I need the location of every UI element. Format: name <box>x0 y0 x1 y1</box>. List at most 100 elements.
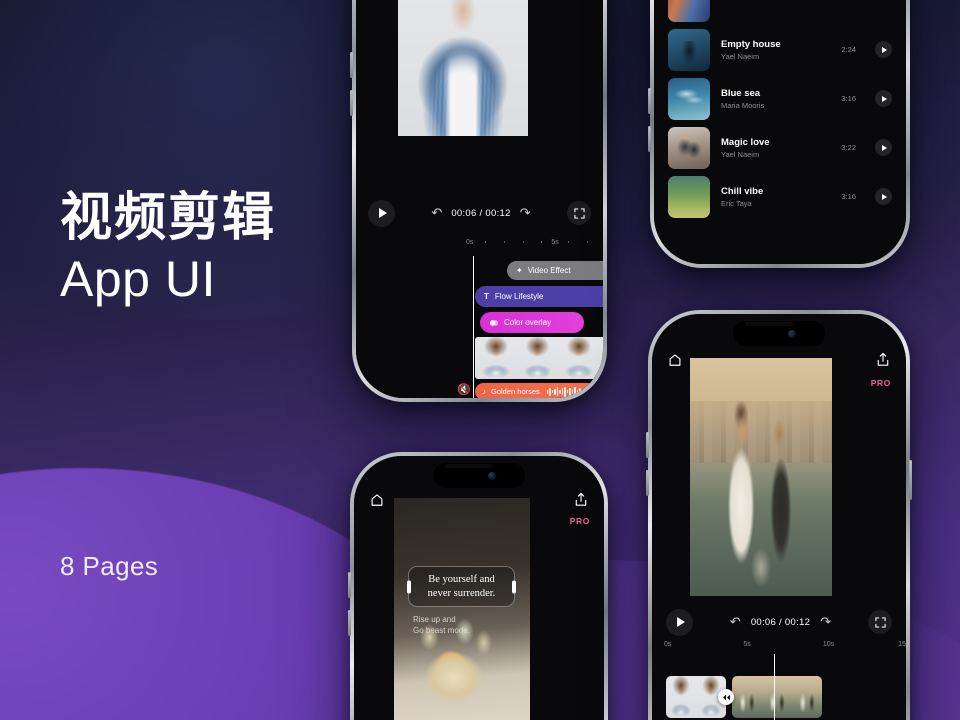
phone-mockup-trim-editor: PRO ↶ 00:06 / 00:12 ↷ 0s 5s 10s 15 <box>646 310 912 720</box>
redo-icon[interactable]: ↷ <box>520 205 531 221</box>
front-camera <box>788 329 796 338</box>
ruler-label-15s: 15s <box>898 640 906 648</box>
track-artist: Maria Mooris <box>721 100 765 110</box>
track-duration: 3:22 <box>841 143 856 152</box>
track-meta: Chill vibe Eric Taya <box>721 186 830 208</box>
filmstrip-frame <box>732 676 762 718</box>
trim-screen: PRO ↶ 00:06 / 00:12 ↷ 0s 5s 10s 15 <box>652 314 906 720</box>
playback-control-bar: ↶ 00:06 / 00:12 ↷ <box>652 605 906 639</box>
pro-badge[interactable]: PRO <box>871 378 891 388</box>
track-audio-golden-horses[interactable]: ♪ Golden horses <box>475 383 603 398</box>
ruler-label-10s: 10s <box>822 640 835 648</box>
overlay-subtext-line1: Rise up and <box>413 615 456 624</box>
hero-heading: 视频剪辑 App UI <box>60 190 276 309</box>
ruler-tick <box>541 241 543 243</box>
track-play-button[interactable] <box>875 90 892 107</box>
phone-mockup-music-library: Empty house Yael Naeim 2:24 Blue sea Mar… <box>648 0 910 268</box>
fullscreen-button[interactable] <box>868 610 892 634</box>
list-item[interactable]: Chill vibe Eric Taya 3:16 <box>668 172 892 221</box>
time-display: 00:06 / 00:12 <box>750 616 811 628</box>
play-button[interactable] <box>666 608 693 636</box>
video-preview-couple[interactable] <box>690 358 832 596</box>
album-art <box>668 77 710 120</box>
filmstrip-frame <box>516 337 558 379</box>
share-upload-icon[interactable] <box>876 352 890 367</box>
home-icon[interactable] <box>370 493 384 507</box>
earpiece-speaker <box>745 322 793 326</box>
track-label: Golden horses <box>491 387 540 396</box>
list-item[interactable]: Blue sea Maria Mooris 3:16 <box>668 74 892 123</box>
ruler-tick <box>568 241 570 243</box>
list-item[interactable]: Magic love Yael Naeim 3:22 <box>668 123 892 172</box>
ruler-tick <box>503 241 505 243</box>
ruler-tick <box>484 241 486 243</box>
home-icon[interactable] <box>668 353 682 367</box>
music-screen: Empty house Yael Naeim 2:24 Blue sea Mar… <box>654 0 906 264</box>
redo-icon[interactable]: ↷ <box>820 614 831 630</box>
track-label: Color overlay <box>504 318 552 327</box>
video-preview-woman[interactable] <box>398 0 528 136</box>
album-art <box>668 0 710 22</box>
track-title: Magic love <box>721 136 770 148</box>
share-upload-icon[interactable] <box>574 492 588 507</box>
track-text-flow-lifestyle[interactable]: T Flow Lifestyle <box>475 286 603 307</box>
music-track-list: Empty house Yael Naeim 2:24 Blue sea Mar… <box>654 0 906 221</box>
mute-audio-icon[interactable]: 🔇 <box>457 383 471 396</box>
filmstrip-frame <box>558 337 600 379</box>
filmstrip-frame <box>599 337 603 379</box>
pro-badge[interactable]: PRO <box>570 516 590 526</box>
track-artist: Yael Naeim <box>721 51 760 61</box>
track-video-effect[interactable]: ✦ Video Effect <box>507 261 603 280</box>
track-title: Blue sea <box>721 87 761 99</box>
transition-button[interactable] <box>718 689 734 705</box>
track-play-button[interactable] <box>875 188 892 205</box>
undo-icon[interactable]: ↶ <box>431 205 442 221</box>
timeline-ruler: 0s 5s 10s 15s <box>664 638 906 650</box>
timeline-playhead[interactable] <box>774 654 776 720</box>
resize-handle-left[interactable] <box>407 580 411 593</box>
track-duration: 3:16 <box>841 94 856 103</box>
ruler-label-5s: 5s <box>551 238 559 246</box>
track-meta: Blue sea Maria Mooris <box>721 88 830 110</box>
filmstrip-frame <box>475 337 517 379</box>
resize-handle-right[interactable] <box>512 580 516 593</box>
track-color-overlay[interactable]: Color overlay <box>480 312 584 333</box>
album-art <box>668 175 710 218</box>
album-art <box>668 28 710 71</box>
track-video-filmstrip[interactable] <box>475 337 603 379</box>
ruler-label-0s: 0s <box>664 640 672 648</box>
filmstrip-frame <box>666 676 696 718</box>
track-play-button[interactable] <box>875 41 892 58</box>
timeline-ruler: 0s 5s <box>466 236 603 248</box>
text-screen: PRO Be yourself and never surrender. Ris… <box>354 456 604 720</box>
text-tool-icon: T <box>484 292 489 301</box>
track-meta: Empty house Yael Naeim <box>721 39 830 61</box>
album-art <box>668 126 710 169</box>
track-title: Chill vibe <box>721 185 764 197</box>
ruler-tick <box>522 241 524 243</box>
clip-2-filmstrip[interactable] <box>732 676 822 718</box>
track-duration: 2:24 <box>841 45 856 54</box>
contrast-icon <box>489 318 499 328</box>
phone-mockup-video-editor: ↶ 00:06 / 00:12 ↷ 0s 5s ✦ Video Effect T… <box>350 0 607 402</box>
editor-screen: ↶ 00:06 / 00:12 ↷ 0s 5s ✦ Video Effect T… <box>356 0 603 398</box>
text-overlay-card[interactable]: Be yourself and never surrender. <box>407 566 516 607</box>
music-note-icon: ♪ <box>482 387 486 396</box>
hero-title-chinese: 视频剪辑 <box>60 188 277 248</box>
clip-1-filmstrip[interactable] <box>666 676 726 718</box>
track-label: Flow Lifestyle <box>494 292 544 301</box>
video-preview-food[interactable] <box>394 498 530 720</box>
hero-title-english: App UI <box>60 251 216 308</box>
track-play-button[interactable] <box>875 139 892 156</box>
undo-icon[interactable]: ↶ <box>730 614 741 630</box>
fullscreen-button[interactable] <box>567 201 591 225</box>
ruler-label-0s: 0s <box>466 238 474 246</box>
list-item[interactable] <box>668 0 892 25</box>
playback-control-bar: ↶ 00:06 / 00:12 ↷ <box>356 196 603 230</box>
time-display: 00:06 / 00:12 <box>451 207 511 219</box>
pages-count-label: 8 Pages <box>60 551 159 581</box>
timeline-playhead[interactable] <box>473 256 475 398</box>
list-item[interactable]: Empty house Yael Naeim 2:24 <box>668 25 892 74</box>
phone-mockup-text-editor: PRO Be yourself and never surrender. Ris… <box>348 452 608 720</box>
play-button[interactable] <box>368 199 395 227</box>
